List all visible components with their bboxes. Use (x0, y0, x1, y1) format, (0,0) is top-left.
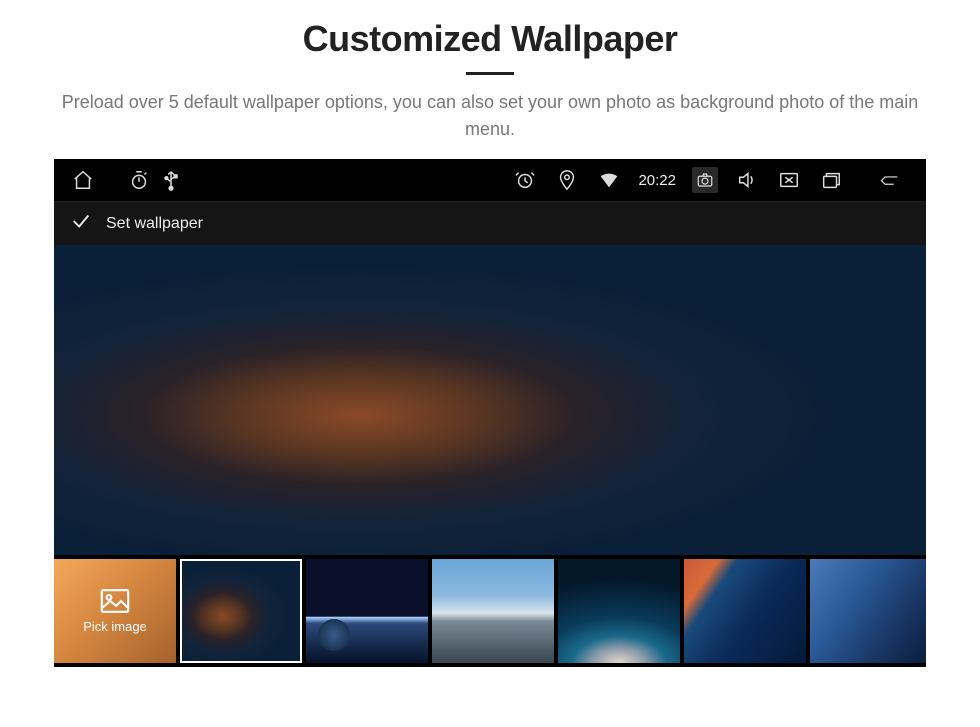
wallpaper-thumb-4[interactable] (558, 559, 680, 663)
back-icon[interactable] (870, 167, 910, 193)
wallpaper-thumbs: Pick image (54, 555, 926, 667)
stopwatch-icon (126, 167, 152, 193)
home-icon[interactable] (70, 167, 96, 193)
pick-image-label: Pick image (83, 619, 147, 634)
close-screen-icon[interactable] (776, 167, 802, 193)
wallpaper-preview[interactable] (54, 245, 926, 555)
location-icon (554, 167, 580, 193)
wallpaper-thumb-5[interactable] (684, 559, 806, 663)
page-title: Customized Wallpaper (0, 18, 980, 60)
wallpaper-thumb-6[interactable] (810, 559, 926, 663)
title-underline (466, 72, 514, 75)
wallpaper-thumb-2[interactable] (306, 559, 428, 663)
wallpaper-thumb-1[interactable] (180, 559, 302, 663)
volume-icon[interactable] (734, 167, 760, 193)
status-bar: 20:22 (54, 159, 926, 201)
page-subtitle: Preload over 5 default wallpaper options… (50, 89, 930, 143)
title-bar: Set wallpaper (54, 201, 926, 245)
recent-apps-icon[interactable] (818, 167, 844, 193)
wifi-icon (596, 167, 622, 193)
wallpaper-thumb-3[interactable] (432, 559, 554, 663)
left-status-group (126, 167, 184, 193)
confirm-icon[interactable] (70, 210, 92, 237)
device-screen: 20:22 Set wallpaper Pic (54, 159, 926, 667)
pick-image-button[interactable]: Pick image (54, 559, 176, 663)
clock-text: 20:22 (638, 172, 676, 189)
usb-icon (158, 167, 184, 193)
camera-icon[interactable] (692, 167, 718, 193)
alarm-icon (512, 167, 538, 193)
title-bar-label: Set wallpaper (106, 215, 203, 233)
